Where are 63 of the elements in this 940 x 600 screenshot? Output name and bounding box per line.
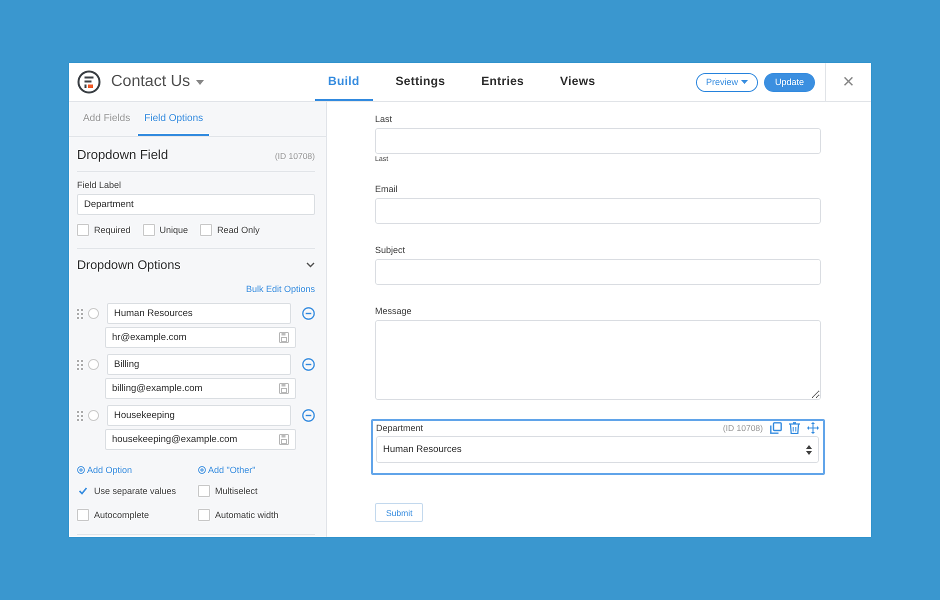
drag-handle-icon[interactable] (77, 308, 83, 318)
drag-handle-icon[interactable] (77, 410, 83, 420)
checkbox-label: Unique (160, 225, 188, 235)
checkbox-label: Use separate values (94, 486, 176, 496)
field-label: Last (375, 114, 392, 124)
remove-icon[interactable] (302, 358, 315, 371)
checkbox-label: Required (94, 225, 131, 235)
radio-button[interactable] (88, 410, 99, 421)
option-value-input[interactable]: hr@example.com (105, 327, 296, 348)
text-input[interactable] (375, 128, 821, 154)
field-id: (ID 10708) (274, 151, 315, 161)
form-title[interactable]: Contact Us (111, 73, 190, 91)
checkbox-label: Automatic width (215, 510, 279, 520)
save-icon (279, 434, 289, 445)
text-input[interactable] (375, 198, 821, 224)
field-label: Department (376, 423, 424, 433)
plus-icon (198, 466, 206, 474)
option-value-input[interactable]: billing@example.com (105, 378, 296, 399)
checkbox[interactable] (77, 485, 89, 497)
message-textarea[interactable] (375, 320, 821, 400)
checkbox-label: Autocomplete (94, 510, 150, 520)
label-input[interactable]: Department (77, 194, 315, 215)
drag-handle-icon[interactable] (77, 360, 83, 370)
checkbox-label: Multiselect (215, 486, 258, 496)
option-label-input[interactable]: Human Resources (107, 303, 291, 324)
field-label: Message (375, 306, 412, 316)
radio-button[interactable] (88, 359, 99, 370)
remove-icon[interactable] (302, 307, 315, 320)
text-input[interactable] (375, 259, 821, 285)
logo-icon (77, 70, 101, 94)
checkbox[interactable] (198, 485, 210, 497)
radio-button[interactable] (88, 308, 99, 319)
option-label-input[interactable]: Billing (107, 354, 291, 375)
checkbox-label: Read Only (217, 225, 260, 235)
nav-tab[interactable]: Entries (468, 63, 538, 101)
checkbox[interactable] (198, 509, 210, 521)
nav-tab[interactable]: Views (547, 63, 608, 101)
close-button[interactable]: × (825, 63, 871, 101)
caret-icon (740, 80, 748, 84)
checkbox[interactable] (142, 224, 155, 236)
nav-tab[interactable]: Settings (382, 63, 458, 101)
field-label: Email (375, 184, 398, 194)
field-label: Field Label (77, 180, 122, 190)
remove-icon[interactable] (302, 409, 315, 422)
checkbox[interactable] (77, 224, 89, 236)
checkbox[interactable] (77, 509, 89, 521)
save-icon (279, 332, 289, 343)
trash-icon[interactable] (789, 422, 800, 434)
field-id: (ID 10708) (722, 423, 763, 433)
move-icon[interactable] (807, 422, 819, 434)
updown-arrows-icon (806, 444, 812, 454)
checkbox[interactable] (200, 224, 212, 236)
save-icon (279, 383, 289, 394)
duplicate-icon[interactable] (770, 422, 782, 434)
chevron-icon[interactable] (306, 262, 315, 268)
panel-heading: Dropdown Field (77, 147, 168, 162)
caret-icon[interactable] (196, 80, 204, 84)
option-label-input[interactable]: Housekeeping (107, 405, 291, 426)
option-value-input[interactable]: housekeeping@example.com (105, 429, 296, 450)
field-label: Subject (375, 245, 406, 255)
section-heading: Dropdown Options (77, 258, 181, 272)
department-select[interactable]: Human Resources (376, 436, 819, 463)
plus-icon (77, 466, 85, 474)
